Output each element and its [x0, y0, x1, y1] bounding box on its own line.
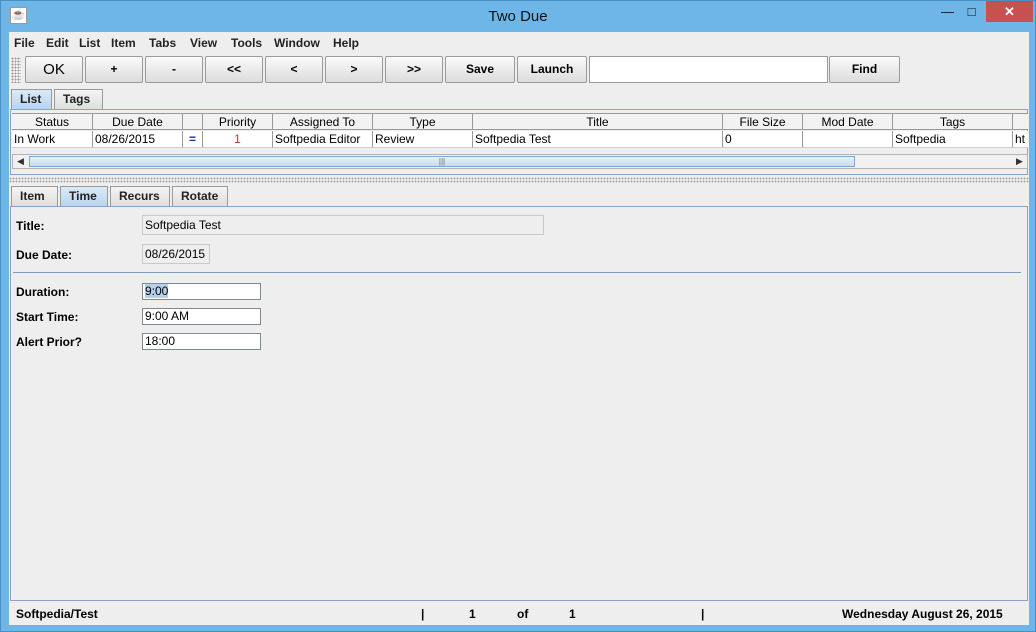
last-button[interactable]: >>	[385, 56, 443, 83]
menu-list[interactable]: List	[79, 36, 100, 50]
menu-file[interactable]: File	[14, 36, 35, 50]
cell-status[interactable]: In Work	[12, 131, 93, 148]
status-separator-1: |	[421, 607, 425, 621]
col-status[interactable]: Status	[12, 113, 93, 130]
due-date-label: Due Date:	[16, 248, 73, 262]
alert-prior-label: Alert Prior?	[16, 335, 83, 349]
status-separator-2: |	[701, 607, 705, 621]
menu-tabs[interactable]: Tabs	[149, 36, 176, 50]
due-date-value: 08/26/2015	[142, 244, 210, 264]
status-bar: Softpedia/Test | 1 of 1 | Wednesday Augu…	[9, 601, 1029, 623]
maximize-button[interactable]: □	[957, 1, 986, 22]
app-window: ☕ Two Due — □ ✕ File Edit List Item Tabs…	[0, 0, 1036, 632]
menu-window[interactable]: Window	[274, 36, 320, 50]
menu-edit[interactable]: Edit	[46, 36, 69, 50]
section-divider	[13, 272, 1021, 273]
duration-label: Duration:	[16, 285, 70, 299]
first-button[interactable]: <<	[205, 56, 263, 83]
tab-time[interactable]: Time	[60, 186, 108, 206]
col-type[interactable]: Type	[373, 113, 473, 130]
title-value: Softpedia Test	[142, 215, 544, 235]
remove-button[interactable]: -	[145, 56, 203, 83]
toolbar-grip[interactable]	[11, 57, 21, 83]
previous-button[interactable]: <	[265, 56, 323, 83]
menu-tools[interactable]: Tools	[231, 36, 262, 50]
time-detail-panel: Title: Softpedia Test Due Date: 08/26/20…	[10, 206, 1028, 601]
title-bar[interactable]: ☕ Two Due — □ ✕	[1, 1, 1035, 32]
status-current: 1	[469, 607, 476, 621]
status-path: Softpedia/Test	[16, 607, 98, 621]
close-button[interactable]: ✕	[986, 1, 1033, 22]
search-input[interactable]	[589, 56, 828, 83]
tab-rotate[interactable]: Rotate	[172, 186, 228, 206]
status-total: 1	[569, 607, 576, 621]
cell-mod-date[interactable]	[803, 131, 893, 148]
scroll-right-icon[interactable]: ▶	[1012, 155, 1027, 168]
col-flag[interactable]	[183, 113, 203, 130]
col-priority[interactable]: Priority	[203, 113, 273, 130]
horizontal-scrollbar[interactable]: ◀ ||| ▶	[12, 154, 1028, 169]
cell-tags[interactable]: Softpedia	[893, 131, 1013, 148]
menu-item[interactable]: Item	[111, 36, 136, 50]
status-of: of	[517, 607, 529, 621]
menu-view[interactable]: View	[190, 36, 217, 50]
start-time-label: Start Time:	[16, 310, 79, 324]
col-tags[interactable]: Tags	[893, 113, 1013, 130]
col-title[interactable]: Title	[473, 113, 723, 130]
table-row[interactable]: In Work 08/26/2015 = 1 Softpedia Editor …	[12, 131, 1028, 148]
menu-bar: File Edit List Item Tabs View Tools Wind…	[9, 32, 1029, 54]
table-header: Status Due Date Priority Assigned To Typ…	[12, 113, 1028, 130]
col-assigned-to[interactable]: Assigned To	[273, 113, 373, 130]
tab-list[interactable]: List	[11, 89, 52, 109]
scroll-left-icon[interactable]: ◀	[13, 155, 28, 168]
duration-selected-text: 9:00	[145, 284, 169, 298]
save-button[interactable]: Save	[445, 56, 515, 83]
split-pane-divider[interactable]	[9, 177, 1029, 183]
tab-item[interactable]: Item	[11, 186, 58, 206]
priority-flag-icon[interactable]: =	[183, 131, 203, 148]
alert-prior-field[interactable]: 18:00	[142, 333, 261, 350]
cell-due-date[interactable]: 08/26/2015	[93, 131, 183, 148]
cell-title[interactable]: Softpedia Test	[473, 131, 723, 148]
col-mod-date[interactable]: Mod Date	[803, 113, 893, 130]
cell-extra[interactable]: ht	[1013, 131, 1028, 148]
cell-assigned-to[interactable]: Softpedia Editor	[273, 131, 373, 148]
start-time-field[interactable]: 9:00 AM	[142, 308, 261, 325]
ok-button[interactable]: OK	[25, 56, 83, 83]
col-due-date[interactable]: Due Date	[93, 113, 183, 130]
task-list-panel: Status Due Date Priority Assigned To Typ…	[10, 109, 1028, 175]
toolbar: OK + - << < > >> Save Launch Find	[9, 55, 1029, 85]
launch-button[interactable]: Launch	[517, 56, 587, 83]
tab-recurs[interactable]: Recurs	[110, 186, 170, 206]
cell-file-size[interactable]: 0	[723, 131, 803, 148]
menu-help[interactable]: Help	[333, 36, 359, 50]
cell-type[interactable]: Review	[373, 131, 473, 148]
title-label: Title:	[16, 219, 45, 233]
cell-priority[interactable]: 1	[203, 131, 273, 148]
tab-tags[interactable]: Tags	[54, 89, 103, 109]
window-title: Two Due	[488, 8, 548, 25]
col-file-size[interactable]: File Size	[723, 113, 803, 130]
col-extra[interactable]	[1013, 113, 1028, 130]
find-button[interactable]: Find	[829, 56, 900, 83]
duration-field[interactable]: 9:00	[142, 283, 261, 300]
client-area: File Edit List Item Tabs View Tools Wind…	[9, 32, 1029, 625]
add-button[interactable]: +	[85, 56, 143, 83]
status-date: Wednesday August 26, 2015	[842, 607, 1003, 621]
scroll-thumb[interactable]: |||	[29, 156, 855, 167]
next-button[interactable]: >	[325, 56, 383, 83]
